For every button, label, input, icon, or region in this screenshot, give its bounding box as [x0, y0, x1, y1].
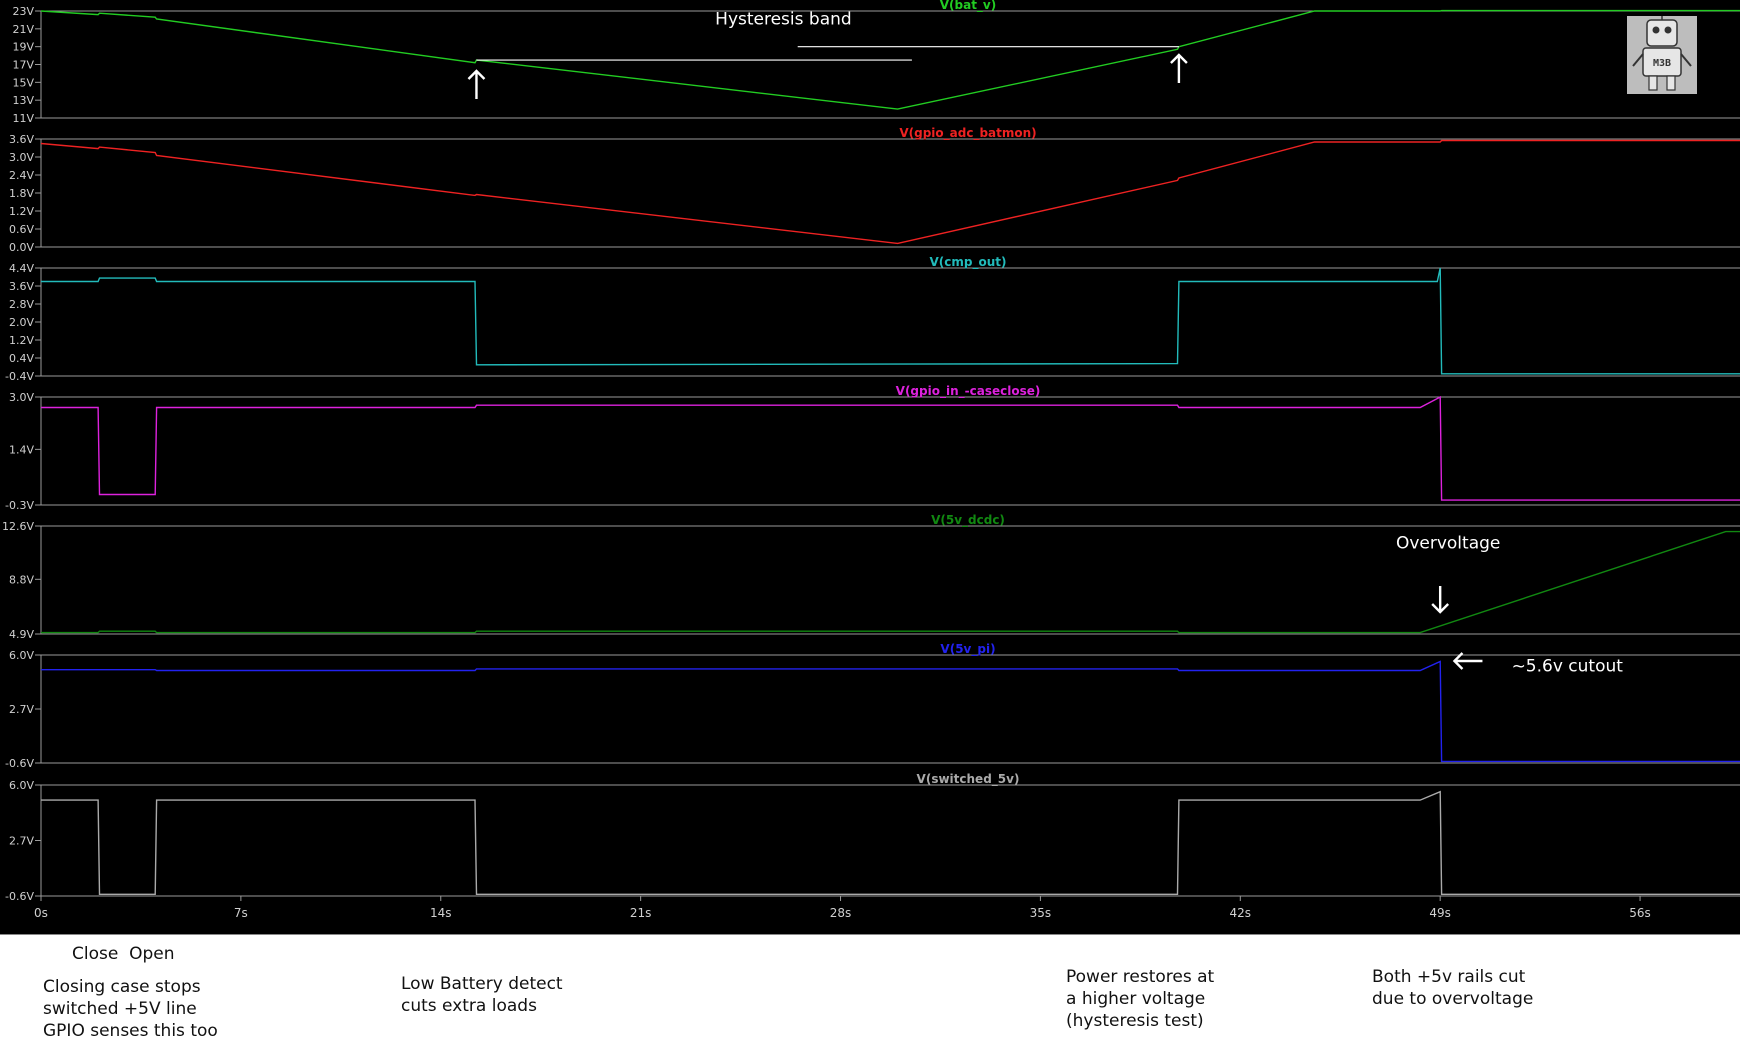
y-tick-label: 0.0V	[9, 241, 34, 254]
y-tick-label: 6.0V	[9, 649, 34, 662]
y-tick-label: 15V	[12, 76, 34, 89]
x-tick-label: 28s	[830, 906, 852, 920]
robot-logo: M3B	[1627, 16, 1697, 94]
annotation-cutout: ~5.6v cutout	[1512, 656, 1624, 676]
panel-title: V(gpio_adc_batmon)	[899, 126, 1036, 141]
x-tick-label: 49s	[1429, 906, 1451, 920]
svg-text:M3B: M3B	[1653, 58, 1671, 69]
x-tick-label: 7s	[234, 906, 248, 920]
panel-title: V(switched_5v)	[917, 772, 1020, 787]
y-tick-label: 1.4V	[9, 443, 34, 456]
x-tick-label: 42s	[1230, 906, 1252, 920]
y-tick-label: 23V	[12, 5, 34, 18]
y-tick-label: 4.4V	[9, 262, 34, 275]
panel-title: V(cmp_out)	[930, 255, 1007, 270]
note-case-line4: GPIO senses this too	[43, 1021, 218, 1041]
x-tick-label: 21s	[630, 906, 652, 920]
annotation-overvoltage: Overvoltage	[1396, 533, 1500, 553]
panel-title: V(gpio_in_-caseclose)	[896, 384, 1041, 399]
note-case-line3: switched +5V line	[43, 999, 197, 1019]
y-tick-label: 8.8V	[9, 573, 34, 586]
y-tick-label: 13V	[12, 94, 34, 107]
y-tick-label: 3.6V	[9, 280, 34, 293]
note-cut-line2: due to overvoltage	[1372, 989, 1534, 1009]
panel-title: V(bat_v)	[940, 0, 997, 13]
y-tick-label: -0.4V	[5, 370, 34, 383]
y-tick-label: 3.6V	[9, 133, 34, 146]
note-lowbat-line1: Low Battery detect	[401, 974, 563, 994]
y-tick-label: 21V	[12, 23, 34, 36]
x-tick-label: 0s	[34, 906, 48, 920]
y-tick-label: 1.2V	[9, 334, 34, 347]
y-tick-label: 3.0V	[9, 151, 34, 164]
y-tick-label: 2.7V	[9, 835, 34, 848]
note-restore-line1: Power restores at	[1066, 967, 1215, 987]
arrow-overvoltage	[1431, 586, 1450, 614]
y-tick-label: -0.3V	[5, 499, 34, 512]
y-tick-label: 11V	[12, 112, 34, 125]
panel-title: V(5v_pi)	[940, 642, 995, 657]
y-tick-label: 17V	[12, 59, 34, 72]
arrow-low-battery	[467, 69, 486, 99]
y-tick-label: -0.6V	[5, 890, 34, 903]
y-tick-label: 2.0V	[9, 316, 34, 329]
trace-v-5v-pi-	[41, 660, 1740, 763]
trace-v-gpio-in-caseclose-	[41, 395, 1740, 501]
note-case-line2: Closing case stops	[43, 977, 201, 997]
x-tick-label: 56s	[1629, 906, 1651, 920]
trace-v-cmp-out-	[41, 267, 1740, 375]
y-tick-label: 1.8V	[9, 187, 34, 200]
x-tick-label: 35s	[1030, 906, 1052, 920]
note-restore-line3: (hysteresis test)	[1066, 1011, 1204, 1031]
y-tick-label: 19V	[12, 41, 34, 54]
trace-v-switched-5v-	[41, 790, 1740, 895]
note-cut-line1: Both +5v rails cut	[1372, 967, 1526, 987]
y-tick-label: 4.9V	[9, 628, 34, 641]
arrow-power-restore	[1170, 53, 1188, 83]
y-tick-label: -0.6V	[5, 757, 34, 770]
note-restore-line2: a higher voltage	[1066, 989, 1206, 1009]
annotation-hysteresis-band: Hysteresis band	[715, 9, 852, 29]
y-tick-label: 2.8V	[9, 298, 34, 311]
y-tick-label: 6.0V	[9, 779, 34, 792]
y-tick-label: 2.4V	[9, 169, 34, 182]
panel-title: V(5v_dcdc)	[931, 513, 1005, 528]
annotation-notes: Close Open Closing case stops switched +…	[0, 934, 1740, 1043]
waveform-plot-area: 23V 21V 19V 17V 15V 13V 11V V(bat_v) 3.6V 3.0V 2.4…	[0, 0, 1740, 934]
y-tick-label: 12.6V	[2, 520, 34, 533]
y-tick-label: 0.4V	[9, 352, 34, 365]
y-tick-label: 2.7V	[9, 703, 34, 716]
note-lowbat-line2: cuts extra loads	[401, 996, 537, 1016]
waveform-chart: 23V 21V 19V 17V 15V 13V 11V V(bat_v) 3.6V 3.0V 2.4…	[2, 0, 1740, 920]
y-tick-label: 3.0V	[9, 391, 34, 404]
y-tick-label: 0.6V	[9, 223, 34, 236]
trace-v-gpio-adc-batmon-	[40, 139, 1740, 245]
y-tick-label: 1.2V	[9, 205, 34, 218]
x-tick-label: 14s	[430, 906, 452, 920]
note-close-open: Close Open	[72, 944, 175, 964]
